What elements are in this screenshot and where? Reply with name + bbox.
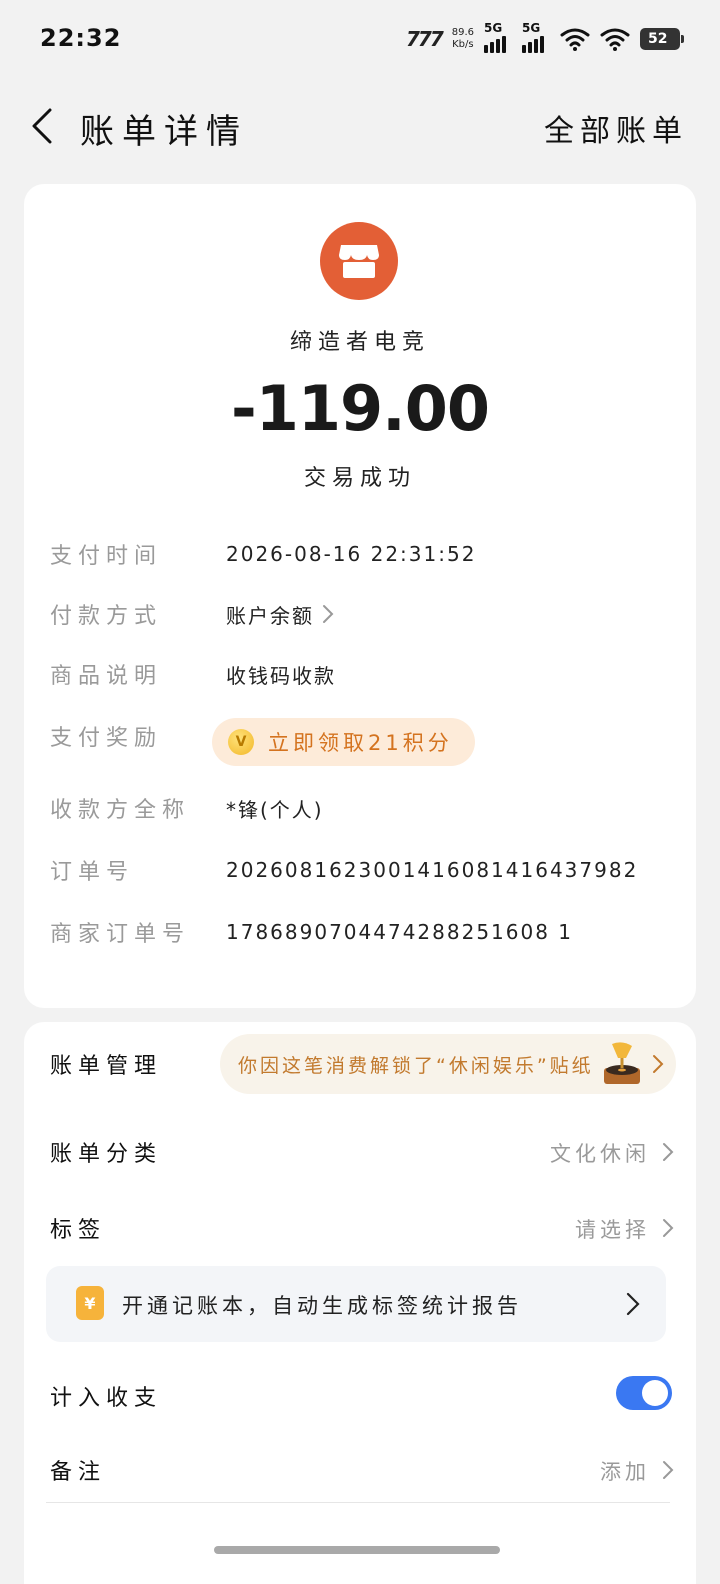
count-in-budget-row: 计入收支 [24, 1370, 696, 1420]
bill-management-label: 账单管理 [50, 1054, 163, 1079]
merchant-name: 缔造者电竞 [289, 330, 430, 355]
order-no-label: 订单号 [50, 860, 135, 885]
count-in-budget-label: 计入收支 [50, 1386, 163, 1411]
bill-summary-card: 缔造者电竞 -119.00 交易成功 支付时间 2026-08-16 22:31… [24, 184, 696, 1008]
goods-value: 收钱码收款 [226, 663, 336, 688]
transaction-amount: -119.00 [231, 372, 490, 445]
merchant-order-row: 商家订单号 1786890704474288251608 1 [24, 912, 696, 952]
back-button[interactable] [22, 104, 62, 148]
all-bills-link[interactable]: 全部账单 [544, 106, 688, 150]
status-bar: 22:32 777 89.6 Kb/s 5G 5G 52 [0, 0, 720, 80]
nav-header: 账单详情 全部账单 [0, 86, 720, 166]
note-value: 添加 [600, 1460, 650, 1484]
payee-row: 收款方全称 *锋(个人) [24, 788, 696, 828]
pay-method-row: 付款方式 账户余额 [24, 594, 696, 634]
sticker-unlock-banner[interactable]: 你因这笔消费解锁了“休闲娱乐”贴纸 [220, 1034, 676, 1094]
divider [46, 1502, 670, 1503]
page-title: 账单详情 [80, 112, 248, 152]
home-indicator[interactable] [214, 1546, 500, 1554]
goods-label: 商品说明 [50, 664, 163, 689]
chevron-right-icon [653, 1055, 664, 1073]
ledger-promo-text: 开通记账本，自动生成标签统计报告 [122, 1294, 522, 1318]
pay-method-link[interactable]: 账户余额 [226, 600, 334, 629]
goods-row: 商品说明 收钱码收款 [24, 654, 696, 694]
note-row[interactable]: 备注 添加 [24, 1444, 696, 1494]
battery-icon: 52 [640, 28, 684, 50]
pay-method-value: 账户余额 [226, 603, 314, 628]
network-speed-unit: Kb/s [452, 39, 474, 50]
network-speed: 89.6 Kb/s [452, 27, 474, 51]
tag-label: 标签 [50, 1218, 107, 1243]
chevron-right-icon [323, 605, 334, 623]
bill-category-value: 文化休闲 [550, 1142, 650, 1166]
network-speed-value: 89.6 [451, 27, 474, 38]
signal-label: 5G [522, 21, 541, 35]
sticker-unlock-text: 你因这笔消费解锁了“休闲娱乐”贴纸 [238, 1054, 594, 1077]
merchant-order-label: 商家订单号 [50, 922, 191, 947]
reward-row: 支付奖励 V 立即领取21积分 [24, 716, 696, 766]
chevron-right-icon [626, 1292, 640, 1316]
wifi-icon [600, 28, 630, 51]
payee-label: 收款方全称 [50, 798, 191, 823]
chevron-right-icon [663, 1143, 674, 1161]
bill-management-card: 账单管理 你因这笔消费解锁了“休闲娱乐”贴纸 账单分类 文化休闲 标签 请选择 … [24, 1022, 696, 1584]
ledger-promo-banner[interactable]: ¥ 开通记账本，自动生成标签统计报告 [46, 1266, 666, 1342]
pay-time-label: 支付时间 [50, 544, 163, 569]
coin-icon: V [228, 729, 254, 755]
count-in-budget-toggle[interactable] [616, 1376, 672, 1410]
shop-icon [339, 245, 379, 278]
order-no-row: 订单号 2026081623001416081416437982 [24, 850, 696, 890]
transaction-status: 交易成功 [303, 466, 416, 491]
status-time: 22:32 [40, 24, 122, 52]
payee-value: *锋(个人) [226, 797, 324, 822]
toggle-knob [642, 1380, 668, 1406]
signal-icon: 5G [484, 21, 512, 53]
status-icons: 777 89.6 Kb/s 5G 5G 52 [405, 21, 684, 56]
pay-time-row: 支付时间 2026-08-16 22:31:52 [24, 534, 696, 574]
pay-time-value: 2026-08-16 22:31:52 [226, 542, 477, 566]
claim-points-button[interactable]: V 立即领取21积分 [212, 718, 475, 766]
merchant-order-value: 1786890704474288251608 1 [226, 920, 574, 944]
signal-icon: 5G [522, 21, 550, 53]
chevron-right-icon [663, 1461, 674, 1479]
note-label: 备注 [50, 1460, 107, 1485]
tag-row[interactable]: 标签 请选择 [24, 1202, 696, 1252]
merchant-avatar [320, 222, 398, 300]
signal-label: 5G [484, 21, 503, 35]
order-no-value: 2026081623001416081416437982 [226, 858, 639, 882]
gramophone-sticker-icon [604, 1042, 640, 1084]
carrier-logo: 777 [405, 27, 444, 51]
bill-category-row[interactable]: 账单分类 文化休闲 [24, 1126, 696, 1176]
chevron-left-icon [32, 108, 52, 144]
bill-category-label: 账单分类 [50, 1142, 163, 1167]
reward-label: 支付奖励 [50, 726, 163, 751]
chevron-right-icon [663, 1219, 674, 1237]
pay-method-label: 付款方式 [50, 604, 163, 629]
yuan-ticket-icon: ¥ [76, 1286, 104, 1320]
claim-points-label: 立即领取21积分 [268, 731, 453, 755]
tag-value: 请选择 [575, 1218, 650, 1242]
wifi-icon [560, 28, 590, 51]
battery-level: 52 [648, 31, 668, 47]
bill-management-row: 账单管理 你因这笔消费解锁了“休闲娱乐”贴纸 [24, 1034, 696, 1094]
